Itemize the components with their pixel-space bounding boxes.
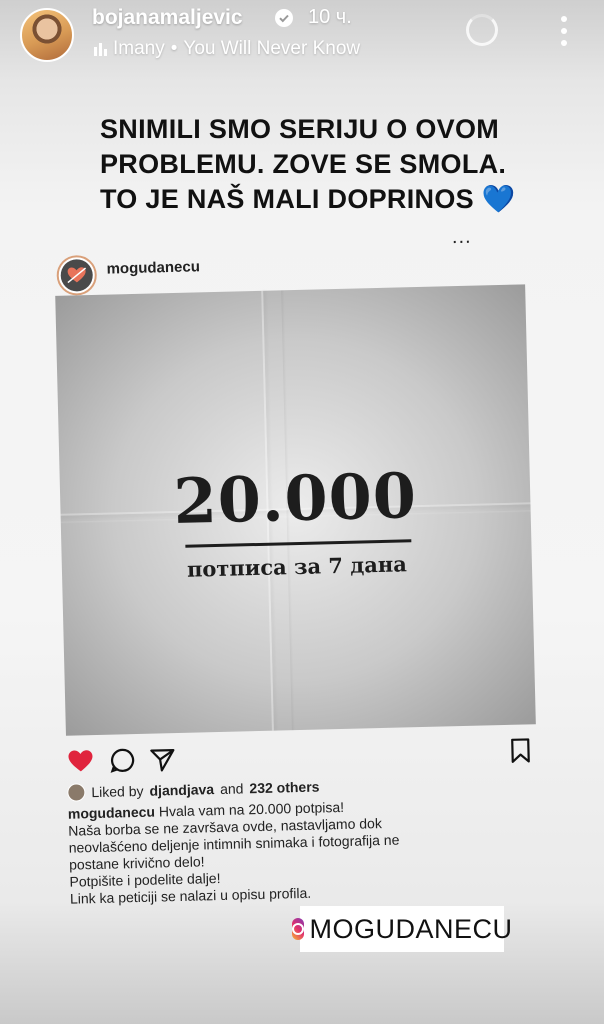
post-caption: mogudanecu Hvala vam na 20.000 potpisa! … (68, 795, 490, 907)
shared-post[interactable]: ... mogudanecu 20.000 потписа за 7 дана (40, 224, 556, 916)
poster-number: 20.000 (172, 459, 418, 539)
comment-icon[interactable] (108, 746, 137, 775)
post-avatar[interactable] (56, 254, 98, 296)
poster-underline (185, 539, 412, 548)
liked-by: Liked by djandjava and 232 others (67, 778, 320, 802)
heart-arrow-logo-icon (60, 258, 94, 292)
story-caption: SNIMILI SMO SERIJU O OVOM PROBLEMU. ZOVE… (100, 112, 570, 217)
story-timestamp: 10 ч. (308, 6, 352, 28)
caption-line: SNIMILI SMO SERIJU O OVOM (100, 114, 500, 144)
caption-line: PROBLEMU. ZOVE SE SMOLA. (100, 149, 507, 179)
post-username[interactable]: mogudanecu (106, 258, 200, 277)
caption-line: TO JE NAŠ MALI DOPRINOS 💙 (100, 184, 516, 214)
music-bars-icon (94, 42, 107, 56)
poster-subtitle: потписа за 7 дана (186, 551, 408, 582)
story-music[interactable]: Imany • You Will Never Know (94, 38, 360, 60)
post-actions (66, 736, 537, 777)
post-more-icon[interactable]: ... (452, 226, 472, 249)
share-icon[interactable] (148, 745, 177, 774)
bookmark-icon[interactable] (506, 736, 535, 765)
mention-label: MOGUDANECU (309, 913, 513, 944)
more-options-icon[interactable] (560, 16, 568, 46)
liked-avatar (67, 783, 86, 802)
post-image[interactable]: 20.000 потписа за 7 дана (55, 284, 536, 736)
mention-sticker[interactable]: MOGUDANECU (291, 906, 512, 952)
instagram-icon (291, 918, 304, 940)
liked-user[interactable]: djandjava (149, 781, 214, 799)
story-avatar[interactable] (20, 8, 74, 62)
music-separator: • (170, 38, 178, 59)
heart-icon[interactable] (66, 747, 95, 776)
story-header: bojanamaljevic 10 ч. Imany • You Will Ne… (0, 0, 604, 80)
story-username[interactable]: bojanamaljevic (92, 6, 243, 30)
liked-prefix: Liked by (91, 782, 144, 801)
liked-and: and (219, 780, 244, 797)
music-artist: Imany (113, 38, 165, 59)
liked-others[interactable]: 232 others (249, 779, 319, 797)
verified-badge-icon (275, 9, 293, 27)
loading-spinner-icon (466, 14, 498, 46)
music-title: You Will Never Know (183, 38, 361, 59)
caption-username[interactable]: mogudanecu (68, 804, 155, 822)
